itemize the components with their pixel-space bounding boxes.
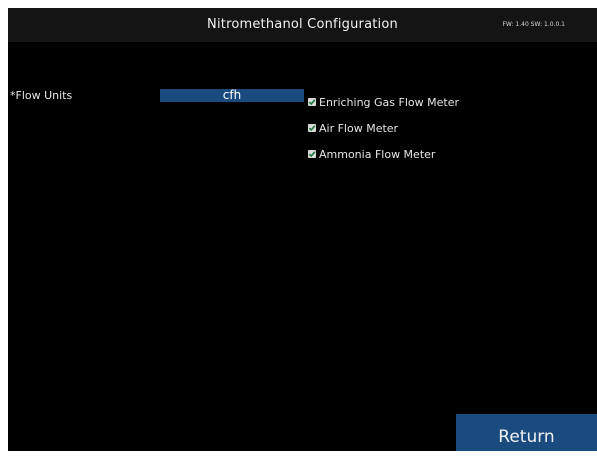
flow-units-label: *Flow Units [10, 89, 73, 102]
ammonia-flow-meter-label: Ammonia Flow Meter [319, 147, 436, 161]
air-flow-meter-option[interactable]: Air Flow Meter [308, 121, 398, 135]
version-info: FW: 1.40 SW: 1.0.0.1 [502, 21, 565, 28]
flow-units-select[interactable]: cfh [160, 89, 304, 102]
checkbox-checked-icon[interactable] [308, 124, 316, 132]
enriching-gas-flow-meter-label: Enriching Gas Flow Meter [319, 95, 459, 109]
enriching-gas-flow-meter-option[interactable]: Enriching Gas Flow Meter [308, 95, 459, 109]
return-button[interactable]: Return [456, 414, 597, 451]
checkbox-checked-icon[interactable] [308, 150, 316, 158]
ammonia-flow-meter-option[interactable]: Ammonia Flow Meter [308, 147, 435, 161]
checkbox-checked-icon[interactable] [308, 98, 316, 106]
air-flow-meter-label: Air Flow Meter [319, 121, 399, 135]
config-screen: Nitromethanol Configuration FW: 1.40 SW:… [8, 8, 597, 451]
title-bar: Nitromethanol Configuration FW: 1.40 SW:… [8, 8, 597, 42]
